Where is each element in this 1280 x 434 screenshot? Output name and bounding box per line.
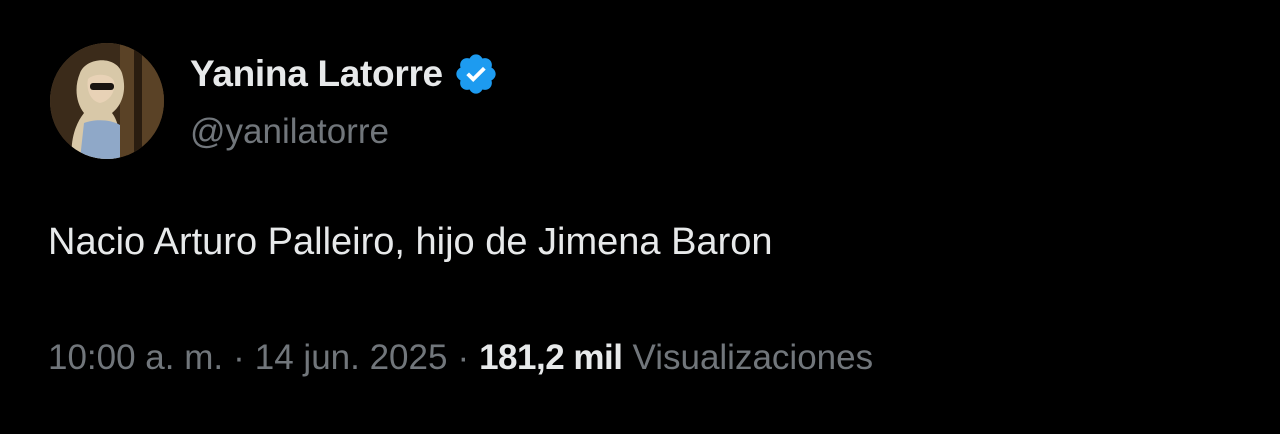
verified-badge-icon[interactable] <box>453 51 499 97</box>
tweet-text: Nacio Arturo Palleiro, hijo de Jimena Ba… <box>48 221 773 263</box>
tweet-time[interactable]: 10:00 a. m. <box>48 334 223 382</box>
tweet-meta: 10:00 a. m. · 14 jun. 2025 · 181,2 mil V… <box>48 334 873 382</box>
views-label[interactable]: Visualizaciones <box>632 334 873 382</box>
author-display-name[interactable]: Yanina Latorre <box>190 52 443 96</box>
profile-photo <box>50 43 164 159</box>
avatar[interactable] <box>50 43 164 159</box>
views-count[interactable]: 181,2 mil <box>479 334 623 382</box>
tweet-date[interactable]: 14 jun. 2025 <box>255 334 448 382</box>
meta-separator: · <box>233 338 245 377</box>
author-handle[interactable]: @yanilatorre <box>190 110 389 154</box>
meta-separator: · <box>457 338 470 377</box>
author-name-row[interactable]: Yanina Latorre <box>190 52 499 96</box>
tweet-card: Yanina Latorre @yanilatorre Nacio Arturo… <box>0 0 1280 434</box>
